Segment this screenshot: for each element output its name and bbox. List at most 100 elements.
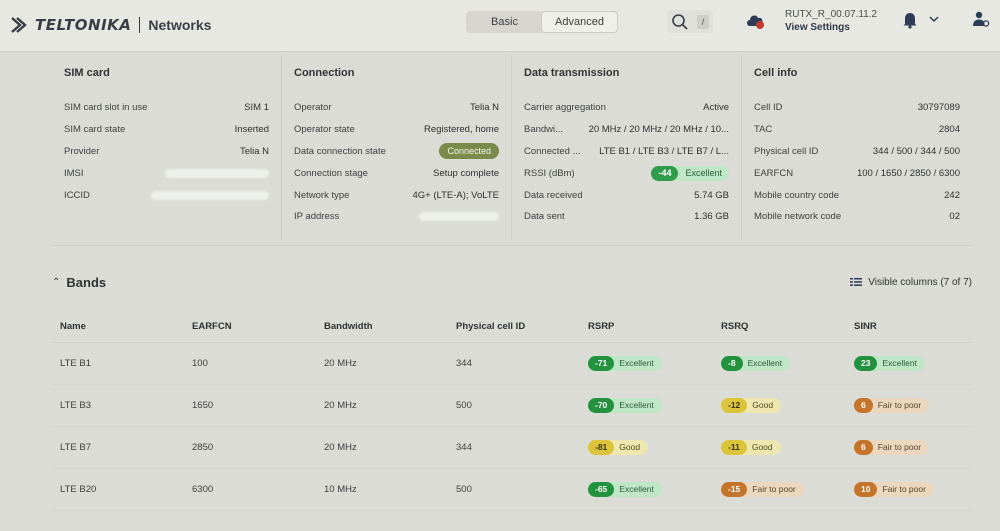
cloud-icon[interactable] <box>745 12 765 30</box>
rsrq-quality: Good <box>752 400 774 410</box>
info-label: IMSI <box>64 167 84 179</box>
basic-mode-button[interactable]: Basic <box>467 12 542 32</box>
rsrq-badge: -11 Good <box>721 439 781 455</box>
view-settings-link[interactable]: View Settings <box>785 21 877 34</box>
info-label: SIM card slot in use <box>64 102 148 114</box>
band-pci: 500 <box>448 384 580 427</box>
info-value: 344 / 500 / 344 / 500 <box>872 145 960 157</box>
user-settings-icon[interactable] <box>972 10 990 28</box>
search-button[interactable]: / <box>667 10 713 33</box>
section-title: Cell info <box>754 67 798 79</box>
column-header-sinr[interactable]: SINR <box>846 312 972 343</box>
columns-icon <box>850 278 863 286</box>
info-value: LTE B1 / LTE B3 / LTE B7 / L... <box>599 145 729 157</box>
column-header-name[interactable]: Name <box>52 312 184 343</box>
info-label: Mobile network code <box>754 211 842 223</box>
info-label: Network type <box>294 189 350 201</box>
rsrq-badge: -12 Good <box>721 397 782 413</box>
cell-info-section: Cell info Cell ID 30797089 TAC 2804 Phys… <box>742 55 972 240</box>
info-value: Inserted <box>234 124 269 136</box>
bell-icon[interactable] <box>902 11 918 29</box>
sinr-value: 10 <box>854 481 878 497</box>
band-earfcn: 100 <box>184 342 316 385</box>
sinr-badge: 6 Fair to poor <box>854 439 930 455</box>
info-value: 5.74 GB <box>694 189 729 201</box>
info-row: TAC 2804 <box>754 119 960 141</box>
info-label: EARFCN <box>754 167 794 179</box>
info-label: ICCID <box>64 189 90 201</box>
info-label: Cell ID <box>754 102 783 114</box>
sinr-badge: 6 Fair to poor <box>854 397 930 413</box>
info-label: Data sent <box>524 211 565 223</box>
rsrp-quality: Excellent <box>619 484 654 494</box>
info-label: Connection stage <box>294 167 368 179</box>
info-row: Connection stage Setup complete <box>294 162 499 184</box>
info-label: RSSI (dBm) <box>524 167 575 179</box>
rsrq-quality: Excellent <box>747 358 783 368</box>
info-label: Bandwi... <box>524 124 564 136</box>
rsrq-quality: Good <box>751 442 773 452</box>
visible-columns-button[interactable]: Visible columns (7 of 7) <box>850 277 972 288</box>
info-row: SIM card slot in use SIM 1 <box>64 97 269 119</box>
bands-table: Name EARFCN Bandwidth Physical cell ID R… <box>52 312 972 511</box>
sinr-value: 23 <box>854 355 878 371</box>
info-label: IP address <box>294 211 340 223</box>
info-label: Provider <box>64 145 100 157</box>
data-transmission-section: Data transmission Carrier aggregation Ac… <box>512 55 742 240</box>
column-header-bandwidth[interactable]: Bandwidth <box>316 312 448 343</box>
rsrp-badge: -65 Excellent <box>588 481 662 497</box>
rsrp-badge: -70 Excellent <box>588 397 662 413</box>
sinr-quality: Fair to poor <box>877 400 922 410</box>
sim-card-section: SIM card SIM card slot in use SIM 1 SIM … <box>52 55 282 240</box>
info-label: Carrier aggregation <box>524 102 606 114</box>
rsrq-value: -11 <box>721 439 747 455</box>
collapse-chevron-icon[interactable]: ⌃ <box>52 277 60 288</box>
advanced-mode-button[interactable]: Advanced <box>542 12 617 32</box>
column-header-earfcn[interactable]: EARFCN <box>184 312 316 343</box>
band-name: LTE B7 <box>52 426 184 469</box>
rsrp-quality: Good <box>619 442 641 452</box>
info-value: SIM 1 <box>244 102 269 114</box>
chevron-down-icon[interactable] <box>928 14 940 24</box>
band-pci: 344 <box>448 342 580 385</box>
section-title: Data transmission <box>524 67 620 79</box>
info-value: 2804 <box>938 124 960 136</box>
rsrq-badge: -15 Fair to poor <box>721 481 804 497</box>
sinr-quality: Fair to poor <box>877 442 922 452</box>
top-bar: TELTONIKA Networks Basic Advanced / RUTX… <box>0 0 1000 52</box>
band-pci: 500 <box>448 468 580 511</box>
info-row: Data received 5.74 GB <box>524 184 729 206</box>
column-header-rsrp[interactable]: RSRP <box>580 312 713 343</box>
info-label: SIM card state <box>64 124 126 136</box>
redacted-value <box>151 190 269 200</box>
rssi-quality: Excellent <box>685 168 722 179</box>
info-row: Carrier aggregation Active <box>524 97 729 119</box>
info-label: Data connection state <box>294 145 386 157</box>
sinr-value: 6 <box>854 439 873 455</box>
band-bandwidth: 20 MHz <box>316 342 448 385</box>
sinr-quality: Fair to poor <box>882 484 926 494</box>
info-label: TAC <box>754 124 773 136</box>
info-value: Active <box>703 102 729 114</box>
bands-header: ⌃ Bands Visible columns (7 of 7) <box>52 272 972 292</box>
column-header-physical-cell-id[interactable]: Physical cell ID <box>448 312 580 343</box>
teltonika-logo[interactable]: TELTONIKA Networks <box>9 14 211 36</box>
rsrq-badge: -8 Excellent <box>721 355 791 371</box>
firmware-version: RUTX_R_00.07.11.2 <box>785 9 878 20</box>
band-name: LTE B20 <box>52 468 184 511</box>
info-row: Provider Telia N <box>64 141 269 163</box>
connection-section: Connection Operator Telia N Operator sta… <box>282 55 512 240</box>
column-header-rsrq[interactable]: RSRQ <box>713 312 846 343</box>
redacted-value <box>419 212 499 222</box>
info-label: Connected ... <box>524 145 581 157</box>
info-row: Physical cell ID 344 / 500 / 344 / 500 <box>754 141 960 163</box>
rssi-value: -44 <box>651 165 679 181</box>
info-value: Registered, home <box>424 124 499 136</box>
sinr-quality: Excellent <box>882 358 917 368</box>
rsrq-value: -8 <box>721 355 743 371</box>
search-shortcut-key: / <box>697 14 709 29</box>
info-value: Telia N <box>239 145 269 157</box>
bands-title: Bands <box>66 274 107 290</box>
section-title: SIM card <box>64 67 110 79</box>
info-row: Operator Telia N <box>294 97 499 119</box>
